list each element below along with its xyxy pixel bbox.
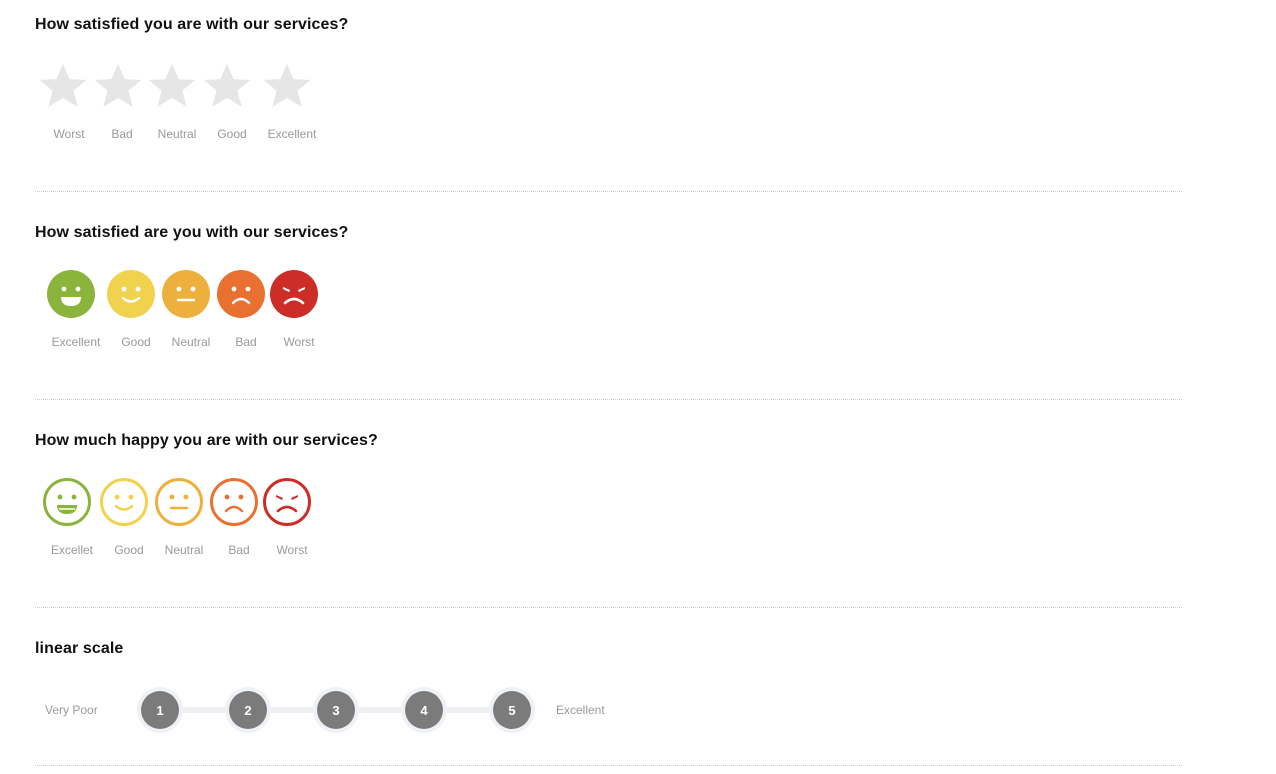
scale-option-3[interactable]: 3 (317, 691, 355, 729)
star-icon (94, 63, 142, 108)
star-option-bad[interactable] (93, 62, 143, 110)
angry-face-icon (270, 270, 318, 318)
laughing-face-icon (47, 270, 95, 318)
face-option-label: Neutral (171, 335, 211, 349)
star-option-label: Good (217, 127, 247, 141)
sad-face-icon (217, 270, 265, 318)
face-option-label: Excellent (51, 335, 101, 349)
star-option-good[interactable] (202, 62, 252, 110)
outline-face-option-excellet[interactable] (42, 477, 92, 527)
star-icon (263, 63, 311, 108)
star-option-label: Neutral (157, 127, 197, 141)
face-option-label: Good (121, 335, 151, 349)
outline-face-option-label: Worst (276, 543, 308, 557)
section-divider (35, 607, 1182, 608)
star-icon (148, 63, 196, 108)
scale-option-1[interactable]: 1 (141, 691, 179, 729)
face-option-neutral[interactable] (162, 270, 210, 318)
star-icon (39, 63, 87, 108)
star-option-worst[interactable] (38, 62, 88, 110)
scale-option-5[interactable]: 5 (493, 691, 531, 729)
neutral-face-outline-icon (155, 478, 203, 526)
star-option-excellent[interactable] (262, 62, 312, 110)
outline-face-option-neutral[interactable] (154, 477, 204, 527)
outline-face-option-good[interactable] (99, 477, 149, 527)
star-option-neutral[interactable] (147, 62, 197, 110)
star-option-label: Worst (53, 127, 85, 141)
scale-option-2[interactable]: 2 (229, 691, 267, 729)
question-3-title: How much happy you are with our services… (35, 432, 378, 449)
smiling-face-outline-icon (100, 478, 148, 526)
star-option-label: Excellent (267, 127, 317, 141)
star-option-label: Bad (111, 127, 133, 141)
face-option-label: Worst (283, 335, 315, 349)
scale-option-4[interactable]: 4 (405, 691, 443, 729)
outline-face-option-bad[interactable] (209, 477, 259, 527)
scale-min-label: Very Poor (45, 703, 98, 717)
outline-face-option-label: Good (114, 543, 144, 557)
section-divider (35, 191, 1182, 192)
scale-max-label: Excellent (556, 703, 605, 717)
star-icon (203, 63, 251, 108)
question-4-title: linear scale (35, 640, 124, 657)
face-option-excellent[interactable] (47, 270, 95, 318)
angry-face-outline-icon (263, 478, 311, 526)
outline-face-option-worst[interactable] (262, 477, 312, 527)
section-divider (35, 765, 1182, 766)
face-option-label: Bad (235, 335, 257, 349)
outline-face-option-label: Excellet (50, 543, 94, 557)
face-option-bad[interactable] (217, 270, 265, 318)
sad-face-outline-icon (210, 478, 258, 526)
section-divider (35, 399, 1182, 400)
question-2-title: How satisfied are you with our services? (35, 224, 349, 241)
face-option-good[interactable] (107, 270, 155, 318)
smiling-face-icon (107, 270, 155, 318)
outline-face-option-label: Neutral (164, 543, 204, 557)
laughing-face-outline-icon (43, 478, 91, 526)
neutral-face-icon (162, 270, 210, 318)
face-option-worst[interactable] (270, 270, 318, 318)
question-1-title: How satisfied you are with our services? (35, 16, 349, 33)
outline-face-option-label: Bad (228, 543, 250, 557)
